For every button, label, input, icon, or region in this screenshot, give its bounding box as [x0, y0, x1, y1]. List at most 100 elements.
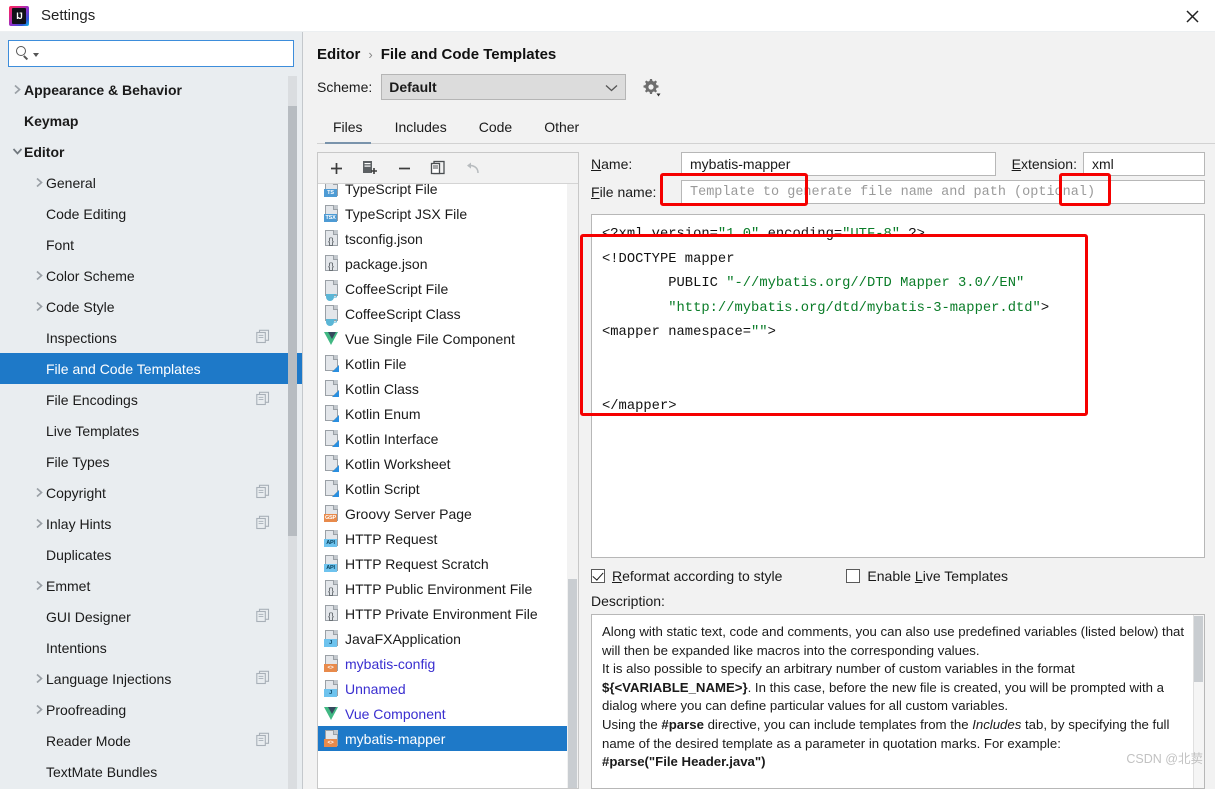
copy-settings-icon[interactable]: [256, 329, 270, 346]
template-list-item[interactable]: <> mybatis-mapper: [318, 726, 578, 751]
sidebar-item-general[interactable]: General: [0, 167, 302, 198]
tab-other[interactable]: Other: [528, 113, 595, 143]
chevron-right-icon[interactable]: [32, 673, 46, 684]
template-list-item[interactable]: TSX TypeScript JSX File: [318, 201, 578, 226]
sidebar-item-intentions[interactable]: Intentions: [0, 632, 302, 663]
file-type-json-icon: {}: [324, 580, 339, 597]
sidebar-item-label: Intentions: [46, 639, 107, 656]
template-list-item[interactable]: CoffeeScript File: [318, 276, 578, 301]
copy-template-button[interactable]: [360, 158, 380, 178]
template-list-item[interactable]: J JavaFXApplication: [318, 626, 578, 651]
chevron-right-icon[interactable]: [32, 518, 46, 529]
sidebar-item-reader-mode[interactable]: Reader Mode: [0, 725, 302, 756]
template-list-item[interactable]: Kotlin Script: [318, 476, 578, 501]
template-list-item[interactable]: J Unnamed: [318, 676, 578, 701]
tab-code[interactable]: Code: [463, 113, 528, 143]
add-template-button[interactable]: [326, 158, 346, 178]
template-list-item-label: HTTP Public Environment File: [345, 580, 533, 597]
template-list-item[interactable]: Kotlin Interface: [318, 426, 578, 451]
copy-settings-icon[interactable]: [256, 670, 270, 687]
remove-template-button[interactable]: [394, 158, 414, 178]
sidebar-item-inspections[interactable]: Inspections: [0, 322, 302, 353]
tab-includes[interactable]: Includes: [379, 113, 463, 143]
code-line: "http://mybatis.org/dtd/mybatis-3-mapper…: [668, 300, 1050, 316]
reformat-checkbox[interactable]: Reformat according to style: [591, 568, 782, 584]
breadcrumb-parent[interactable]: Editor: [317, 46, 360, 63]
template-list-item[interactable]: API HTTP Request Scratch: [318, 551, 578, 576]
sidebar-item-emmet[interactable]: Emmet: [0, 570, 302, 601]
sidebar-item-label: General: [46, 174, 96, 191]
sidebar-item-color-scheme[interactable]: Color Scheme: [0, 260, 302, 291]
template-list-item[interactable]: GSP Groovy Server Page: [318, 501, 578, 526]
template-list-item[interactable]: API HTTP Request: [318, 526, 578, 551]
name-row: Name: mybatis-mapper Extension: xml: [591, 152, 1205, 176]
chevron-down-icon[interactable]: [10, 147, 24, 156]
chevron-right-icon[interactable]: [32, 177, 46, 188]
template-list-item[interactable]: {} tsconfig.json: [318, 226, 578, 251]
sidebar-item-proofreading[interactable]: Proofreading: [0, 694, 302, 725]
chevron-right-icon[interactable]: [32, 270, 46, 281]
sidebar-item-language-injections[interactable]: Language Injections: [0, 663, 302, 694]
sidebar-item-editor[interactable]: Editor: [0, 136, 302, 167]
sidebar-item-code-editing[interactable]: Code Editing: [0, 198, 302, 229]
template-list-item[interactable]: <> mybatis-config: [318, 651, 578, 676]
copy-settings-icon[interactable]: [256, 732, 270, 749]
template-list-scrollbar[interactable]: [567, 184, 578, 788]
tab-files[interactable]: Files: [317, 113, 379, 144]
search-input[interactable]: [39, 45, 293, 62]
template-name-input[interactable]: mybatis-mapper: [681, 152, 996, 176]
copy-settings-icon[interactable]: [256, 391, 270, 408]
template-list-item[interactable]: {} HTTP Private Environment File: [318, 601, 578, 626]
live-templates-checkbox[interactable]: Enable Live Templates: [846, 568, 1008, 584]
template-list-item[interactable]: Kotlin File: [318, 351, 578, 376]
template-list-item-label: CoffeeScript Class: [345, 305, 461, 322]
sidebar-item-font[interactable]: Font: [0, 229, 302, 260]
template-list-item[interactable]: Vue Single File Component: [318, 326, 578, 351]
template-list-item[interactable]: CoffeeScript Class: [318, 301, 578, 326]
chevron-right-icon[interactable]: [32, 301, 46, 312]
file-type-ts-icon: TS: [324, 184, 339, 197]
template-list-item[interactable]: Kotlin Enum: [318, 401, 578, 426]
template-list-item[interactable]: Vue Component: [318, 701, 578, 726]
sidebar-item-live-templates[interactable]: Live Templates: [0, 415, 302, 446]
chevron-right-icon[interactable]: [32, 580, 46, 591]
chevron-right-icon[interactable]: [10, 84, 24, 95]
copy-settings-icon[interactable]: [256, 608, 270, 625]
sidebar-item-textmate-bundles[interactable]: TextMate Bundles: [0, 756, 302, 787]
template-extension-input[interactable]: xml: [1083, 152, 1205, 176]
sidebar-item-duplicates[interactable]: Duplicates: [0, 539, 302, 570]
template-list-item[interactable]: TS TypeScript File: [318, 184, 578, 201]
template-list-item[interactable]: Kotlin Class: [318, 376, 578, 401]
sidebar-item-file-types[interactable]: File Types: [0, 446, 302, 477]
file-type-kt-icon: [324, 405, 339, 422]
template-code-editor[interactable]: <?xml version="1.0" encoding="UTF-8" ?> <…: [591, 214, 1205, 558]
sidebar-item-keymap[interactable]: Keymap: [0, 105, 302, 136]
template-list-item-label: CoffeeScript File: [345, 280, 449, 297]
sidebar-item-gui-designer[interactable]: GUI Designer: [0, 601, 302, 632]
copy-settings-icon[interactable]: [256, 484, 270, 501]
scheme-label: Scheme:: [317, 79, 373, 95]
sidebar-item-appearance-behavior[interactable]: Appearance & Behavior: [0, 74, 302, 105]
template-filename-input[interactable]: Template to generate file name and path …: [681, 180, 1205, 204]
sidebar-item-file-and-code-templates[interactable]: File and Code Templates: [0, 353, 302, 384]
sidebar-item-label: Reader Mode: [46, 732, 131, 749]
template-list-item[interactable]: {} HTTP Public Environment File: [318, 576, 578, 601]
template-list-item[interactable]: {} package.json: [318, 251, 578, 276]
close-icon[interactable]: [1169, 0, 1215, 32]
template-list-item[interactable]: Kotlin Worksheet: [318, 451, 578, 476]
duplicate-template-button[interactable]: [428, 158, 448, 178]
search-box[interactable]: [8, 40, 294, 67]
gear-icon[interactable]: [641, 77, 661, 97]
sidebar-scrollbar[interactable]: [288, 76, 297, 789]
sidebar-item-label: File Types: [46, 453, 110, 470]
chevron-right-icon[interactable]: [32, 704, 46, 715]
sidebar-item-file-encodings[interactable]: File Encodings: [0, 384, 302, 415]
copy-settings-icon[interactable]: [256, 515, 270, 532]
reset-template-button[interactable]: [462, 158, 482, 178]
sidebar-item-inlay-hints[interactable]: Inlay Hints: [0, 508, 302, 539]
scheme-select[interactable]: Default: [381, 74, 627, 100]
sidebar-item-code-style[interactable]: Code Style: [0, 291, 302, 322]
sidebar-item-copyright[interactable]: Copyright: [0, 477, 302, 508]
chevron-right-icon[interactable]: [32, 487, 46, 498]
